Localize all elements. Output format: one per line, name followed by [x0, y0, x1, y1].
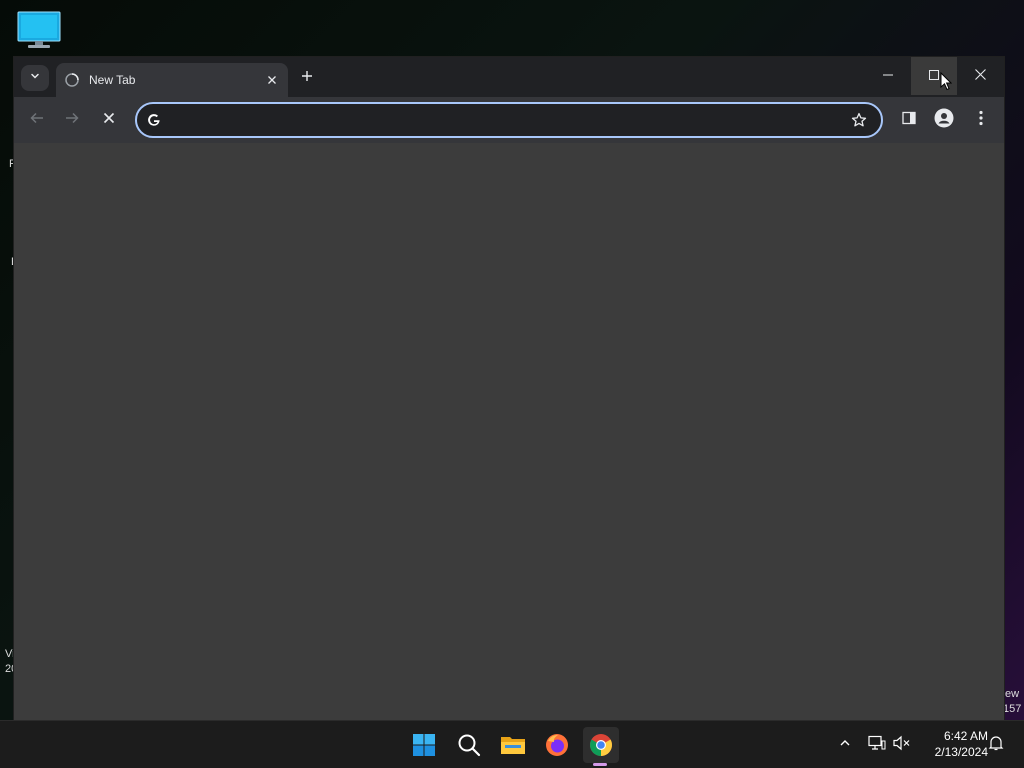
search-icon[interactable]: [451, 727, 487, 763]
this-pc-icon[interactable]: [16, 10, 62, 50]
clock-time: 6:42 AM: [943, 729, 988, 743]
chevron-down-icon: [29, 69, 41, 87]
close-icon: [103, 111, 115, 129]
volume-muted-icon[interactable]: [892, 733, 912, 753]
forward-button[interactable]: [60, 108, 84, 132]
chevron-up-icon[interactable]: [835, 733, 855, 753]
side-panel-button[interactable]: [897, 108, 921, 132]
close-window-button[interactable]: [957, 57, 1003, 95]
active-app-indicator: [593, 763, 607, 766]
clock-date: 2/13/2024: [934, 745, 988, 759]
desktop-label-fragment: 157: [1003, 703, 1022, 715]
menu-button[interactable]: [969, 108, 993, 132]
file-explorer-icon[interactable]: [495, 727, 531, 763]
taskbar: 6:42 AM 2/13/2024: [0, 720, 1024, 768]
address-bar[interactable]: [135, 102, 883, 138]
mouse-cursor-icon: [940, 71, 953, 96]
tab-close-icon[interactable]: [262, 70, 282, 90]
bookmark-star-icon[interactable]: [849, 110, 869, 130]
arrow-left-icon: [30, 111, 44, 130]
loading-globe-icon: [65, 73, 79, 87]
back-button[interactable]: [25, 108, 49, 132]
chrome-icon[interactable]: [583, 727, 619, 763]
stop-loading-button[interactable]: [97, 108, 121, 132]
minimize-button[interactable]: [865, 57, 911, 95]
google-g-icon: [146, 112, 162, 128]
browser-toolbar: [14, 97, 1004, 143]
tab-strip: New Tab: [14, 57, 1004, 97]
kebab-menu-icon: [979, 110, 983, 131]
windows-start-icon[interactable]: [406, 727, 442, 763]
notification-bell-icon[interactable]: [986, 733, 1006, 753]
page-content[interactable]: [14, 143, 1004, 720]
tab-title: New Tab: [89, 73, 136, 87]
tab-search-button[interactable]: [21, 65, 49, 91]
account-icon: [934, 108, 954, 133]
arrow-right-icon: [65, 111, 79, 130]
tab-new-tab[interactable]: New Tab: [56, 63, 288, 97]
system-clock[interactable]: 6:42 AM 2/13/2024: [918, 728, 988, 760]
desktop-label-fragment: ew: [1005, 688, 1020, 700]
address-input[interactable]: [172, 108, 849, 132]
minimize-icon: [883, 67, 893, 85]
maximize-icon: [929, 67, 939, 85]
side-panel-icon: [902, 111, 916, 130]
plus-icon: [301, 69, 313, 87]
close-icon: [974, 67, 986, 85]
firefox-icon[interactable]: [539, 727, 575, 763]
network-icon[interactable]: [867, 733, 887, 753]
new-tab-button[interactable]: [296, 67, 318, 89]
profile-button[interactable]: [932, 108, 956, 132]
chrome-window: New Tab: [14, 57, 1004, 720]
